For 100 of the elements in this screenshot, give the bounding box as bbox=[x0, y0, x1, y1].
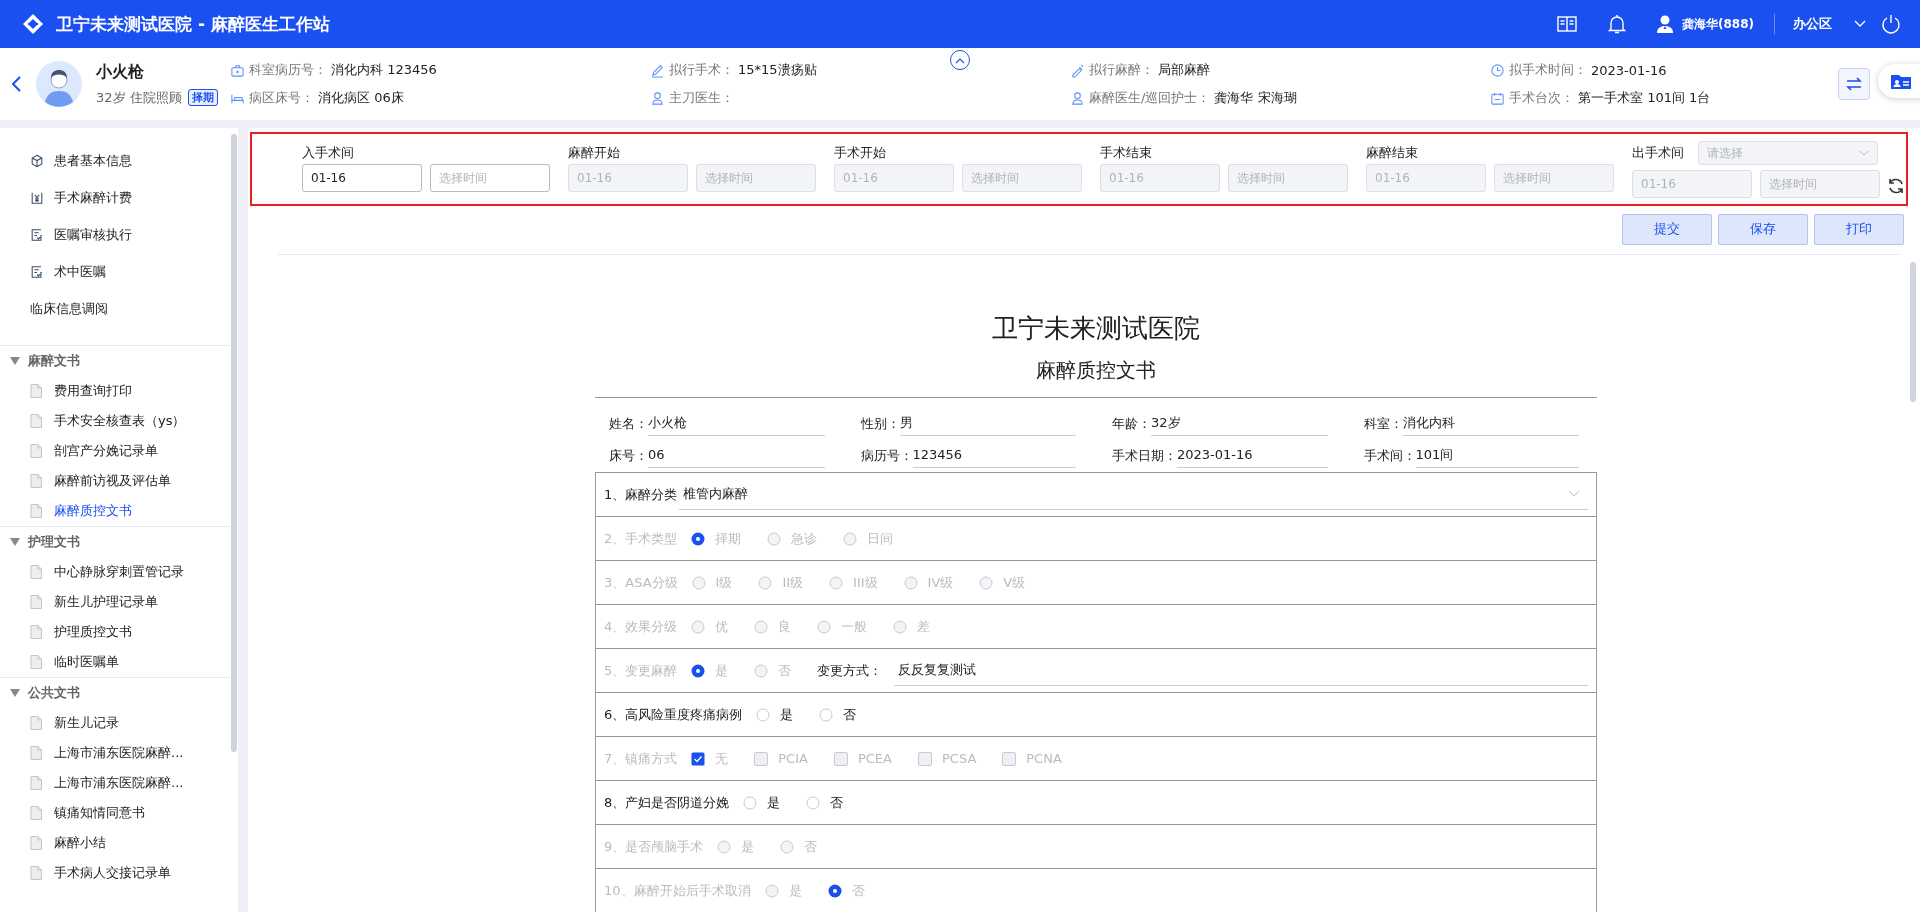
document-item[interactable]: 手术病人交接记录单 bbox=[0, 858, 230, 888]
time-label: 手术开始 bbox=[834, 144, 886, 162]
option-label: II级 bbox=[782, 573, 804, 592]
field-value: 32岁 bbox=[1151, 411, 1328, 436]
document-icon bbox=[30, 474, 42, 488]
refresh-icon[interactable] bbox=[1886, 176, 1906, 196]
document-item[interactable]: 上海市浦东医院麻醉... bbox=[0, 738, 230, 768]
chevron-up-icon bbox=[955, 56, 965, 64]
dropdown-field[interactable]: 椎管内麻醉 bbox=[679, 479, 1588, 510]
question-label: 6、高风险重度疼痛病例 bbox=[604, 705, 743, 724]
person-icon bbox=[650, 90, 665, 106]
patient-name: 小火枪 bbox=[96, 61, 145, 83]
nav-item[interactable]: 术中医嘱 bbox=[0, 253, 238, 290]
document-item[interactable]: 剖宫产分娩记录单 bbox=[0, 436, 230, 466]
id-card-icon bbox=[1890, 72, 1912, 90]
action-button[interactable]: 提交 bbox=[1622, 214, 1712, 245]
document-item[interactable]: 麻醉质控文书 bbox=[0, 496, 230, 526]
radio-button[interactable] bbox=[806, 795, 821, 810]
time-field[interactable]: 选择时间 bbox=[430, 164, 550, 192]
document-title: 麻醉质控文书 bbox=[1035, 357, 1157, 384]
id-card-button[interactable] bbox=[1878, 64, 1920, 98]
field-value: 15*15溃疡贴 bbox=[738, 61, 817, 79]
field-label: 主刀医生： bbox=[669, 89, 734, 107]
group-header[interactable]: 护理文书 bbox=[0, 527, 230, 557]
document-item[interactable]: 新生儿护理记录单 bbox=[0, 587, 230, 617]
group-header[interactable]: 公共文书 bbox=[0, 678, 230, 708]
document-icon bbox=[30, 776, 42, 790]
action-button[interactable]: 打印 bbox=[1814, 214, 1904, 245]
radio-button[interactable] bbox=[819, 707, 834, 722]
document-item[interactable]: 新生儿记录 bbox=[0, 708, 230, 738]
area-label[interactable]: 办公区 bbox=[1793, 15, 1832, 33]
option-label: V级 bbox=[1003, 573, 1026, 592]
field-label: 姓名： bbox=[609, 415, 648, 433]
date-field[interactable]: 01-16 bbox=[302, 164, 422, 192]
bell-icon[interactable] bbox=[1605, 13, 1628, 35]
document-icon bbox=[30, 806, 42, 820]
radio-button[interactable] bbox=[756, 707, 771, 722]
field-value: 局部麻醉 bbox=[1158, 61, 1210, 79]
question-label: 10、麻醉开始后手术取消 bbox=[604, 881, 751, 900]
option-label: PCNA bbox=[1026, 751, 1062, 766]
field-label: 病历号： bbox=[860, 447, 913, 465]
app-title: 卫宁未来测试医院 - 麻醉医生工作站 bbox=[56, 12, 330, 36]
option-label: 否 bbox=[843, 705, 857, 724]
collapse-button[interactable] bbox=[950, 50, 970, 70]
option-label: 是 bbox=[780, 705, 794, 724]
scrollbar[interactable] bbox=[231, 134, 237, 752]
group-header[interactable]: 麻醉文书 bbox=[0, 346, 230, 376]
option-label: III级 bbox=[853, 573, 878, 592]
field-label: 性别： bbox=[860, 415, 900, 433]
option-label: 良 bbox=[778, 617, 792, 636]
document-item[interactable]: 手术安全核查表（ys） bbox=[0, 406, 230, 436]
nav-item[interactable]: 手术麻醉计费 bbox=[0, 179, 238, 216]
action-button[interactable]: 保存 bbox=[1718, 214, 1808, 245]
option-label: 否 bbox=[778, 661, 792, 680]
scrollbar[interactable] bbox=[1910, 262, 1916, 402]
document-icon bbox=[30, 384, 42, 398]
chevron-down-icon[interactable] bbox=[1854, 20, 1866, 28]
document-icon bbox=[30, 625, 42, 639]
back-icon[interactable] bbox=[10, 74, 24, 94]
power-icon[interactable] bbox=[1880, 13, 1902, 35]
field-label: 手术台次： bbox=[1509, 89, 1574, 107]
option-label: I级 bbox=[715, 573, 733, 592]
field-label: 手术日期： bbox=[1112, 447, 1177, 465]
nav-item[interactable]: 患者基本信息 bbox=[0, 142, 238, 179]
document-item[interactable]: 镇痛知情同意书 bbox=[0, 798, 230, 828]
nav-item[interactable]: 医嘱审核执行 bbox=[0, 216, 238, 253]
field-label: 麻醉医生/巡回护士： bbox=[1089, 89, 1211, 107]
radio-button[interactable] bbox=[743, 795, 758, 810]
time-label: 麻醉结束 bbox=[1366, 144, 1418, 162]
status-badge: 择期 bbox=[187, 89, 218, 106]
document-item[interactable]: 麻醉小结 bbox=[0, 828, 230, 858]
document-item[interactable]: 上海市浦东医院麻醉... bbox=[0, 768, 230, 798]
time-label: 麻醉开始 bbox=[568, 144, 620, 162]
field-value: 消化内科 bbox=[1402, 411, 1579, 436]
field-value: 2023-01-16 bbox=[1177, 443, 1328, 468]
option-label: 日间 bbox=[867, 529, 894, 548]
yen-icon bbox=[30, 190, 44, 205]
question-label: 5、变更麻醉 bbox=[604, 661, 678, 680]
document-item[interactable]: 中心静脉穿刺置管记录 bbox=[0, 557, 230, 587]
swap-button[interactable] bbox=[1838, 68, 1870, 100]
field-label: 变更方式： bbox=[817, 661, 883, 680]
logo-icon bbox=[22, 13, 44, 35]
document-item[interactable]: 护理质控文书 bbox=[0, 617, 230, 647]
user-name[interactable]: 龚海华(888) bbox=[1681, 15, 1754, 33]
field-value: 消化病区 06床 bbox=[318, 89, 404, 107]
field-label: 年龄： bbox=[1112, 415, 1151, 433]
question-label: 8、产妇是否阴道分娩 bbox=[604, 793, 730, 812]
nav-item[interactable]: 临床信息调阅 bbox=[0, 290, 238, 327]
option-label: 急诊 bbox=[791, 529, 818, 548]
document-item[interactable]: 费用查询打印 bbox=[0, 376, 230, 406]
document-item[interactable]: 麻醉前访视及评估单 bbox=[0, 466, 230, 496]
checklist-icon bbox=[30, 264, 44, 279]
document-icon bbox=[30, 444, 42, 458]
document-item[interactable]: 临时医嘱单 bbox=[0, 647, 230, 677]
document-icon bbox=[30, 565, 42, 579]
option-label: 是 bbox=[767, 793, 781, 812]
field-value: 消化内科 123456 bbox=[331, 61, 437, 79]
book-icon[interactable] bbox=[1555, 13, 1578, 35]
field-label: 拟手术时间： bbox=[1509, 61, 1587, 79]
field-value: 2023-01-16 bbox=[1591, 62, 1667, 78]
